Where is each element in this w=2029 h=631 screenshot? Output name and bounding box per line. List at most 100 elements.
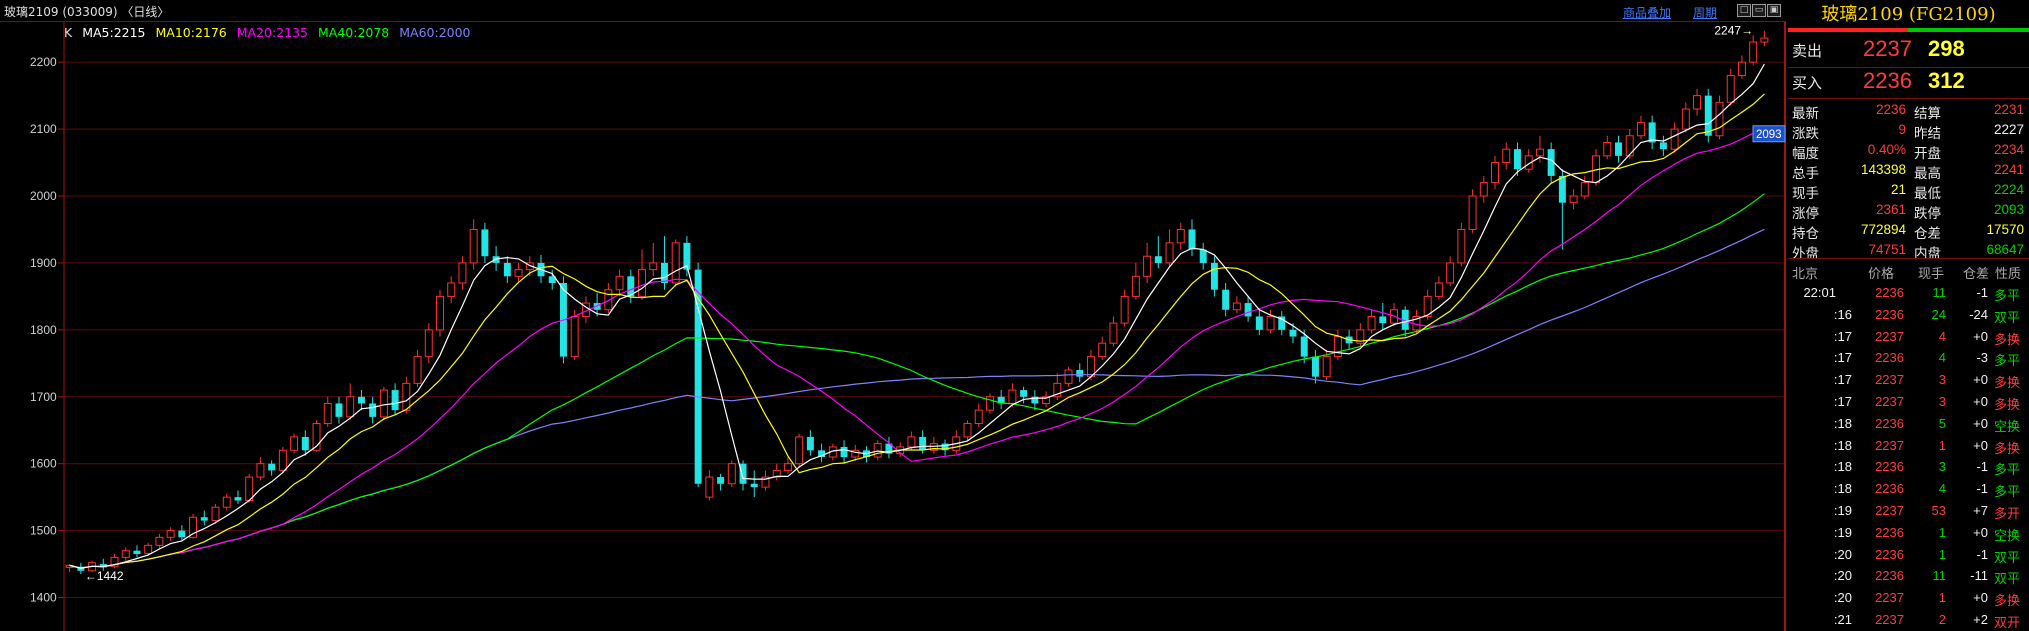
sell-label: 卖出 xyxy=(1792,43,1823,60)
stat-row: 外盘 74751 内盘 68647 xyxy=(1788,240,2029,261)
y-tick-label: 1700 xyxy=(30,390,57,404)
stat-value: 21 xyxy=(1890,182,1906,197)
candle-body xyxy=(144,544,153,554)
trade-row: :16 2236 24 -24 双平 xyxy=(1788,304,2029,326)
stat-value: 2224 xyxy=(1993,182,2024,197)
trade-row: :18 2237 1 +0 多换 xyxy=(1788,435,2029,457)
stat-label: 最高 xyxy=(1914,166,1941,181)
candle-body xyxy=(413,356,422,384)
candle-body xyxy=(222,496,231,508)
y-tick-label: 1900 xyxy=(30,256,57,270)
trade-price: 2237 xyxy=(1875,328,1904,344)
candle-body xyxy=(178,530,186,538)
trade-type: 多平 xyxy=(1994,484,2021,500)
trade-oi-change: -11 xyxy=(1970,568,1988,584)
candle-body xyxy=(1659,142,1667,150)
candle-body xyxy=(1625,135,1634,157)
buy-row: 买入 2236 312 xyxy=(1788,68,2029,98)
candle-body xyxy=(1300,336,1308,357)
trade-oi-change: +0 xyxy=(1973,524,1988,540)
candle-body xyxy=(660,262,668,283)
stat-value: 2231 xyxy=(1993,102,2024,117)
trade-oi-change: -1 xyxy=(1976,285,1988,300)
trade-row: :18 2236 4 -1 多平 xyxy=(1788,478,2029,500)
overlay-link[interactable]: 商品叠加 xyxy=(1623,4,1671,21)
candle-body xyxy=(503,262,511,277)
sell-price: 2237 xyxy=(1863,36,1912,61)
candle-body xyxy=(391,390,399,411)
stat-row: 持仓 772894 仓差 17570 xyxy=(1788,220,2029,241)
trade-row: :19 2236 1 +0 空换 xyxy=(1788,522,2029,544)
candle-body xyxy=(1188,229,1196,250)
candle-body xyxy=(1681,108,1690,130)
candle-body xyxy=(1266,315,1275,331)
trade-row: :17 2237 3 +0 多换 xyxy=(1788,391,2029,413)
trade-volume: 1 xyxy=(1938,546,1946,562)
y-tick-label: 1500 xyxy=(30,524,57,538)
candle-body xyxy=(1636,121,1645,137)
candle-body xyxy=(840,446,848,457)
trade-oi-change: +2 xyxy=(1973,612,1988,627)
legend-ma5: MA5:2215 xyxy=(82,25,146,40)
restore-button[interactable]: □ xyxy=(1737,4,1751,17)
trade-time: :17 xyxy=(1833,350,1852,366)
period-link[interactable]: 周期 xyxy=(1693,4,1717,21)
stat-value: 2093 xyxy=(1993,202,2024,217)
candle-body xyxy=(268,463,276,471)
chart-canvas[interactable]: 2200 2100 2000 1900 1800 1700 1600 1500 1400 2247… xyxy=(0,22,1786,631)
trade-row: :20 2236 11 -11 双平 xyxy=(1788,565,2029,587)
stat-label: 持仓 xyxy=(1792,226,1819,241)
stat-label: 最低 xyxy=(1914,186,1941,201)
ma-legend: K MA5:2215 MA10:2176 MA20:2135 MA40:2078… xyxy=(64,25,477,40)
stat-label: 幅度 xyxy=(1792,146,1819,161)
candle-body xyxy=(1076,370,1084,377)
tile-button[interactable]: ▭ xyxy=(1752,4,1766,17)
candle-body xyxy=(1120,295,1129,324)
trade-type: 多平 xyxy=(1994,462,2021,478)
candle-body xyxy=(1154,256,1162,263)
trade-volume: 5 xyxy=(1938,415,1946,431)
trade-price: 2237 xyxy=(1875,437,1904,453)
legend-ma40: MA40:2078 xyxy=(317,25,390,40)
candle-body xyxy=(301,436,309,451)
stat-label: 开盘 xyxy=(1914,146,1941,161)
candle-body xyxy=(705,476,714,498)
candle-body xyxy=(671,242,680,284)
candle-body xyxy=(1333,336,1342,358)
trade-header-vol: 现手 xyxy=(1918,266,1945,281)
y-tick-label: 2200 xyxy=(30,55,57,69)
stat-row: 现手 21 最低 2224 xyxy=(1788,180,2029,201)
trade-price: 2236 xyxy=(1875,350,1904,366)
ma40-line xyxy=(69,193,1765,569)
maximize-button[interactable]: ▣ xyxy=(1767,4,1781,17)
candle-body xyxy=(750,483,758,488)
stat-value: 2236 xyxy=(1875,102,1906,117)
candle-body xyxy=(1255,316,1263,330)
kline-chart[interactable]: 2200 2100 2000 1900 1800 1700 1600 1500 1400 2247… xyxy=(0,22,1786,631)
legend-ma10: MA10:2176 xyxy=(155,25,227,40)
stat-value: 2234 xyxy=(1993,142,2024,157)
candle-body xyxy=(346,396,355,418)
candle-body xyxy=(783,463,792,471)
stat-label: 结算 xyxy=(1914,106,1941,121)
stat-label: 跌停 xyxy=(1914,206,1941,221)
trade-time: :18 xyxy=(1833,481,1852,497)
candle-body xyxy=(234,497,242,501)
trade-price: 2236 xyxy=(1875,546,1904,562)
candle-body xyxy=(1737,61,1746,77)
trade-oi-change: -3 xyxy=(1976,350,1988,366)
trade-volume: 3 xyxy=(1938,372,1946,388)
legend-ma60: MA60:2000 xyxy=(399,25,471,40)
candle-body xyxy=(1749,41,1758,63)
trade-time: 22:01 xyxy=(1803,285,1836,300)
stat-value: 2227 xyxy=(1993,122,2024,137)
candle-body xyxy=(873,443,882,458)
stat-label: 最新 xyxy=(1792,106,1819,121)
candle-body xyxy=(211,506,220,522)
sell-row: 卖出 2237 298 xyxy=(1788,36,2029,66)
trade-time: :20 xyxy=(1833,546,1852,562)
trade-time: :18 xyxy=(1833,459,1852,475)
candle-body xyxy=(1726,75,1735,103)
trade-type: 多换 xyxy=(1994,593,2021,609)
sell-volume: 298 xyxy=(1928,36,1965,61)
